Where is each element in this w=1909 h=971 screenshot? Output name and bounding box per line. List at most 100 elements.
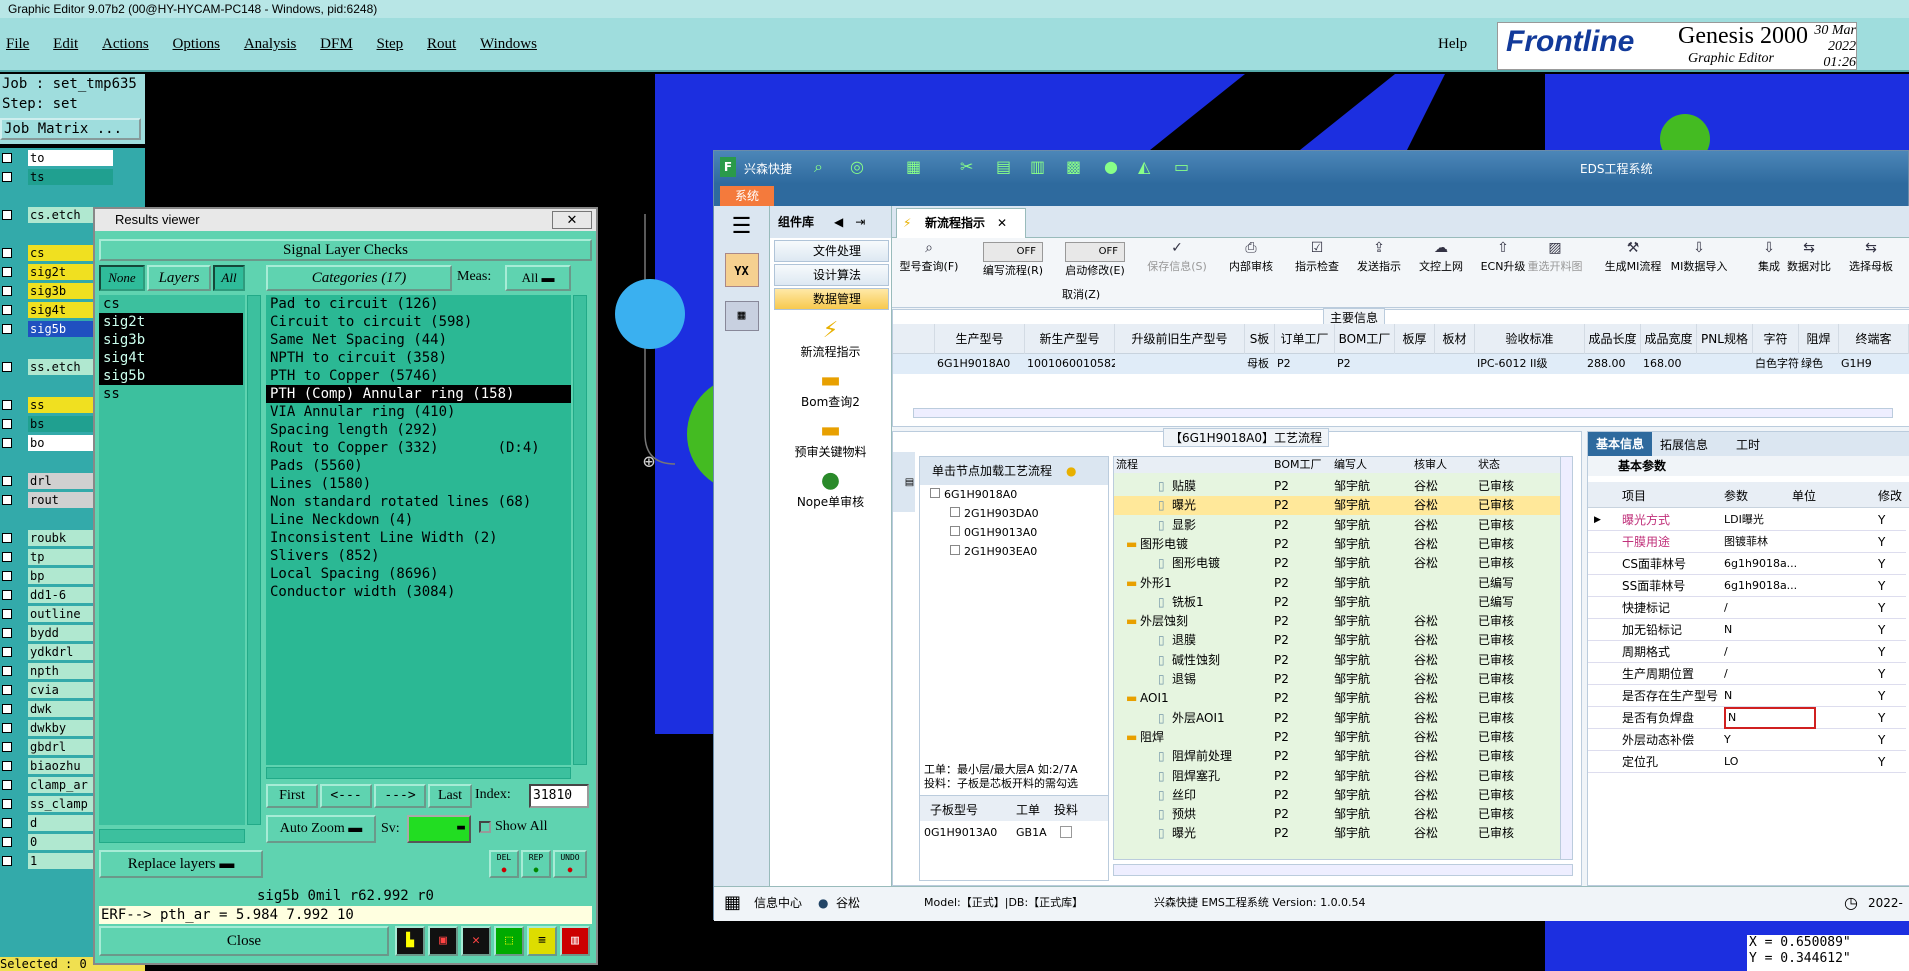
prop-value[interactable]: / — [1724, 641, 1816, 663]
flow-row[interactable]: ▯ 阻焊前处理 P2 邹宇航 谷松 已审核 — [1114, 747, 1560, 766]
flow-row[interactable]: ▯ 丝印 P2 邹宇航 谷松 已审核 — [1114, 786, 1560, 805]
close-icon[interactable]: ✕ — [997, 216, 1007, 230]
category-item[interactable]: PTH to Copper (5746) — [266, 367, 571, 385]
layer-checkbox[interactable] — [2, 817, 12, 828]
layer-checkbox[interactable] — [2, 703, 12, 714]
layers-hscrollbar[interactable] — [99, 829, 245, 843]
prop-value[interactable]: LO — [1724, 751, 1816, 773]
categories-button[interactable]: Categories (17) — [266, 265, 452, 291]
layers-vscrollbar[interactable] — [247, 295, 261, 825]
toolbar-button[interactable]: ☑ 指示检查 — [1282, 238, 1352, 298]
menu-options[interactable]: Options — [173, 18, 221, 70]
prop-value[interactable]: 6g1h9018a... — [1724, 575, 1816, 597]
layer-checkbox[interactable] — [2, 209, 12, 220]
toolbar-button[interactable]: ☁ 文控上网 — [1406, 238, 1476, 298]
category-item[interactable]: Line Neckdown (4) — [266, 511, 571, 529]
toolbar-button[interactable]: ⚒ 生成MI流程 — [1598, 238, 1668, 298]
category-item[interactable]: Lines (1580) — [266, 475, 571, 493]
table-row[interactable]: 0G1H9013A0 GB1A — [920, 823, 1108, 843]
toolbar-button[interactable]: ⇆ 选择母板 — [1836, 238, 1906, 298]
chart-icon[interactable]: ▥ — [560, 926, 590, 956]
category-item[interactable]: VIA Annular ring (410) — [266, 403, 571, 421]
next-button[interactable]: ---> — [374, 784, 426, 808]
menu-icon[interactable]: ☰ — [728, 214, 756, 239]
layer-checkbox[interactable] — [2, 608, 12, 619]
menu-dfm[interactable]: DFM — [320, 18, 353, 70]
auto-zoom-select[interactable]: Auto Zoom ▬ — [266, 815, 376, 843]
flow-row[interactable]: ▯ 外层AOI1 P2 邹宇航 谷松 已审核 — [1114, 709, 1560, 728]
category-item[interactable]: Local Spacing (8696) — [266, 565, 571, 583]
layer-checkbox[interactable] — [2, 836, 12, 847]
replace-layers-select[interactable]: Replace layers ▬ — [99, 850, 263, 878]
layer-checkbox[interactable] — [2, 798, 12, 809]
layer-checkbox[interactable] — [2, 285, 12, 296]
flow-row[interactable]: ▯ 贴膜 P2 邹宇航 谷松 已审核 — [1114, 477, 1560, 496]
layers-button[interactable]: Layers — [147, 265, 211, 291]
layer-row[interactable]: to — [0, 148, 145, 167]
prop-row[interactable]: 生产周期位置 / Y — [1588, 663, 1906, 685]
layer-checkbox[interactable] — [2, 323, 12, 334]
layer-checkbox[interactable] — [2, 855, 12, 866]
category-item[interactable]: Circuit to circuit (598) — [266, 313, 571, 331]
layer-checkbox[interactable] — [2, 418, 12, 429]
flow-row[interactable]: ▯ 碱性蚀刻 P2 邹宇航 谷松 已审核 — [1114, 651, 1560, 670]
delete-button[interactable]: DEL ● — [489, 850, 519, 878]
layer-item[interactable]: sig3b — [99, 331, 243, 349]
tool-bom-query[interactable]: ▬ Bom查询2 — [770, 368, 891, 410]
zoom-icon[interactable]: ⬚ — [494, 926, 524, 956]
prop-table-body[interactable]: ▶ 曝光方式 LDI曝光 Y 干膜用途 图镀菲林 Y CS面菲林号 6g1h9018a... Y S… — [1588, 509, 1909, 809]
categories-listbox[interactable]: Pad to circuit (126) Circuit to circuit (… — [266, 295, 571, 765]
layer-checkbox[interactable] — [2, 399, 12, 410]
toolbar-button[interactable]: ▨ 重选开料图 — [1520, 238, 1590, 298]
layer-checkbox[interactable] — [2, 152, 12, 163]
close-icon[interactable]: ✕ — [552, 211, 592, 229]
layer-checkbox[interactable] — [2, 722, 12, 733]
cross-icon[interactable]: ✕ — [461, 926, 491, 956]
layer-checkbox[interactable] — [2, 247, 12, 258]
prop-value[interactable]: 图镀菲林 — [1724, 531, 1816, 553]
toolbar-button[interactable]: OFF 编写流程(R) — [970, 238, 1056, 298]
flow-row[interactable]: ▬ 图形电镀 P2 邹宇航 谷松 已审核 — [1114, 535, 1560, 554]
layer-checkbox[interactable] — [2, 304, 12, 315]
layer-item[interactable]: ss — [99, 385, 243, 403]
tab-work-hours[interactable]: 工时 — [1736, 436, 1760, 453]
layer-checkbox[interactable] — [2, 760, 12, 771]
toolbar-button[interactable]: ⇆ 数据对比 — [1774, 238, 1844, 298]
toolbar-button[interactable]: ⇪ 发送指示 — [1344, 238, 1414, 298]
table-row[interactable]: 6G1H9018A0 10010600105823 母板 P2 P2 IPC-6012 I… — [893, 354, 1909, 374]
toolbar-button[interactable]: ⇩ MI数据导入 — [1664, 238, 1734, 298]
prop-value[interactable]: N — [1724, 619, 1816, 641]
menu-windows[interactable]: Windows — [480, 18, 537, 70]
menu-rout[interactable]: Rout — [427, 18, 456, 70]
prev-button[interactable]: <--- — [320, 784, 372, 808]
flow-row[interactable]: ▯ 阻焊塞孔 P2 邹宇航 谷松 已审核 — [1114, 767, 1560, 786]
prop-row[interactable]: 是否有负焊盘 N Y — [1588, 707, 1906, 729]
calendar-icon[interactable]: ▦ — [724, 301, 759, 331]
scissors-icon[interactable]: ✂ — [960, 157, 973, 176]
tab-new-flow[interactable]: ⚡ 新流程指示 ✕ — [896, 208, 1026, 238]
prop-row[interactable]: 定位孔 LO Y — [1588, 751, 1906, 773]
first-button[interactable]: First — [266, 784, 318, 808]
category-item[interactable]: Conductor width (3084) — [266, 583, 571, 601]
prop-row[interactable]: 加无铅标记 N Y — [1588, 619, 1906, 641]
category-item[interactable]: NPTH to circuit (358) — [266, 349, 571, 367]
layer-checkbox[interactable] — [2, 779, 12, 790]
category-item[interactable]: Non standard rotated lines (68) — [266, 493, 571, 511]
toolbar-button[interactable]: ✓ 保存信息(S) — [1142, 238, 1212, 298]
menu-edit[interactable]: Edit — [53, 18, 78, 70]
menu-actions[interactable]: Actions — [102, 18, 149, 70]
comp-file-processing[interactable]: 文件处理 — [774, 240, 889, 262]
layer-checkbox[interactable] — [2, 627, 12, 638]
layer-checkbox[interactable] — [2, 171, 12, 182]
flow-vscrollbar[interactable] — [1560, 457, 1572, 859]
last-button[interactable]: Last — [428, 784, 472, 808]
category-item[interactable]: Inconsistent Line Width (2) — [266, 529, 571, 547]
layer-checkbox[interactable] — [2, 437, 12, 448]
grid-icon[interactable]: ▦ — [906, 157, 921, 176]
layer-checkbox[interactable] — [2, 684, 12, 695]
flow-table-body[interactable]: ▯ 贴膜 P2 邹宇航 谷松 已审核 ▯ 曝光 P2 邹宇航 谷松 已审核 ▯ 显影 P2 邹宇航 谷松 已审核 ▬… — [1114, 473, 1560, 859]
toggle-switch[interactable]: OFF — [1065, 242, 1125, 262]
category-item[interactable]: PTH (Comp) Annular ring (158) — [266, 385, 571, 403]
menu-file[interactable]: File — [6, 18, 29, 70]
apps-icon[interactable]: ▩ — [1066, 157, 1081, 176]
